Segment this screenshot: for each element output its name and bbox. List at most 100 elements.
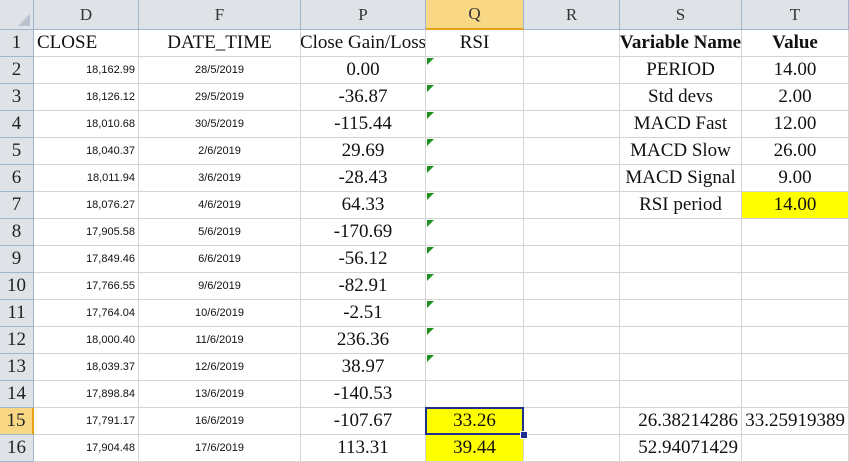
cell-r12[interactable] — [524, 327, 620, 354]
date-cell[interactable]: 6/6/2019 — [139, 246, 301, 273]
row-header-10[interactable]: 10 — [0, 273, 34, 300]
cell-q4[interactable] — [426, 111, 524, 138]
date-time-header[interactable]: DATE_TIME — [139, 30, 301, 57]
fill-handle[interactable] — [520, 431, 528, 439]
gain-loss-cell[interactable]: -140.53 — [301, 381, 426, 408]
date-cell[interactable]: 5/6/2019 — [139, 219, 301, 246]
close-cell[interactable]: 18,010.68 — [34, 111, 139, 138]
gain-loss-cell[interactable]: 29.69 — [301, 138, 426, 165]
gain-loss-cell[interactable]: 0.00 — [301, 57, 426, 84]
cell-q7[interactable] — [426, 192, 524, 219]
column-header-p[interactable]: P — [301, 0, 426, 30]
close-cell[interactable]: 17,905.58 — [34, 219, 139, 246]
column-header-q[interactable]: Q — [426, 0, 524, 30]
row-header-14[interactable]: 14 — [0, 381, 34, 408]
gain-loss-cell[interactable]: 64.33 — [301, 192, 426, 219]
variable-name-cell[interactable]: MACD Signal — [620, 165, 742, 192]
computed-cell[interactable]: 26.38214286 — [620, 408, 742, 435]
cell-t10[interactable] — [742, 273, 849, 300]
close-gain-loss-header[interactable]: Close Gain/Loss — [301, 30, 426, 57]
cell-s8[interactable] — [620, 219, 742, 246]
cell-q11[interactable] — [426, 300, 524, 327]
cell-q9[interactable] — [426, 246, 524, 273]
row-header-4[interactable]: 4 — [0, 111, 34, 138]
cell-r6[interactable] — [524, 165, 620, 192]
close-cell[interactable]: 18,011.94 — [34, 165, 139, 192]
close-header[interactable]: CLOSE — [34, 30, 139, 57]
cell-t16[interactable] — [742, 435, 849, 462]
cell-t11[interactable] — [742, 300, 849, 327]
row-header-16[interactable]: 16 — [0, 435, 34, 462]
date-cell[interactable]: 12/6/2019 — [139, 354, 301, 381]
row-header-5[interactable]: 5 — [0, 138, 34, 165]
close-cell[interactable]: 17,791.17 — [34, 408, 139, 435]
row-header-2[interactable]: 2 — [0, 57, 34, 84]
row-header-13[interactable]: 13 — [0, 354, 34, 381]
variable-name-cell[interactable]: RSI period — [620, 192, 742, 219]
close-cell[interactable]: 17,898.84 — [34, 381, 139, 408]
close-cell[interactable]: 17,904.48 — [34, 435, 139, 462]
row-header-11[interactable]: 11 — [0, 300, 34, 327]
rsi-header[interactable]: RSI — [426, 30, 524, 57]
column-header-s[interactable]: S — [620, 0, 742, 30]
spreadsheet-grid[interactable]: D F P Q R S T 1 2 3 4 5 6 7 8 9 10 11 12 13 14 15 16 CLOSE DATE_… — [0, 0, 849, 462]
variable-name-cell[interactable]: MACD Fast — [620, 111, 742, 138]
close-cell[interactable]: 18,076.27 — [34, 192, 139, 219]
close-cell[interactable]: 18,126.12 — [34, 84, 139, 111]
date-cell[interactable]: 13/6/2019 — [139, 381, 301, 408]
cell-r10[interactable] — [524, 273, 620, 300]
close-cell[interactable]: 18,000.40 — [34, 327, 139, 354]
cell-q2[interactable] — [426, 57, 524, 84]
cell-q10[interactable] — [426, 273, 524, 300]
cell-s12[interactable] — [620, 327, 742, 354]
row-header-9[interactable]: 9 — [0, 246, 34, 273]
variable-value-cell[interactable]: 14.00 — [742, 192, 849, 219]
value-header[interactable]: Value — [742, 30, 849, 57]
cell-r8[interactable] — [524, 219, 620, 246]
row-header-15[interactable]: 15 — [0, 408, 34, 435]
select-all-corner[interactable] — [0, 0, 34, 30]
variable-name-cell[interactable]: MACD Slow — [620, 138, 742, 165]
date-cell[interactable]: 29/5/2019 — [139, 84, 301, 111]
cell-r3[interactable] — [524, 84, 620, 111]
gain-loss-cell[interactable]: -2.51 — [301, 300, 426, 327]
cell-r11[interactable] — [524, 300, 620, 327]
column-header-d[interactable]: D — [34, 0, 139, 30]
cell-s13[interactable] — [620, 354, 742, 381]
row-header-6[interactable]: 6 — [0, 165, 34, 192]
cell-t14[interactable] — [742, 381, 849, 408]
date-cell[interactable]: 10/6/2019 — [139, 300, 301, 327]
date-cell[interactable]: 17/6/2019 — [139, 435, 301, 462]
cell-r15[interactable] — [524, 408, 620, 435]
cell-t9[interactable] — [742, 246, 849, 273]
close-cell[interactable]: 17,764.04 — [34, 300, 139, 327]
close-cell[interactable]: 17,849.46 — [34, 246, 139, 273]
cell-s10[interactable] — [620, 273, 742, 300]
variable-value-cell[interactable]: 14.00 — [742, 57, 849, 84]
gain-loss-cell[interactable]: -170.69 — [301, 219, 426, 246]
cell-q13[interactable] — [426, 354, 524, 381]
date-cell[interactable]: 9/6/2019 — [139, 273, 301, 300]
cell-s9[interactable] — [620, 246, 742, 273]
cell-r1[interactable] — [524, 30, 620, 57]
column-header-t[interactable]: T — [742, 0, 849, 30]
cell-s11[interactable] — [620, 300, 742, 327]
date-cell[interactable]: 30/5/2019 — [139, 111, 301, 138]
date-cell[interactable]: 11/6/2019 — [139, 327, 301, 354]
rsi-cell[interactable]: 39.44 — [426, 435, 524, 462]
variable-value-cell[interactable]: 12.00 — [742, 111, 849, 138]
gain-loss-cell[interactable]: -115.44 — [301, 111, 426, 138]
cell-r7[interactable] — [524, 192, 620, 219]
close-cell[interactable]: 18,039.37 — [34, 354, 139, 381]
gain-loss-cell[interactable]: -107.67 — [301, 408, 426, 435]
variable-value-cell[interactable]: 2.00 — [742, 84, 849, 111]
variable-name-cell[interactable]: PERIOD — [620, 57, 742, 84]
close-cell[interactable]: 18,040.37 — [34, 138, 139, 165]
cell-r9[interactable] — [524, 246, 620, 273]
date-cell[interactable]: 3/6/2019 — [139, 165, 301, 192]
cell-r4[interactable] — [524, 111, 620, 138]
computed-cell[interactable]: 52.94071429 — [620, 435, 742, 462]
cell-q5[interactable] — [426, 138, 524, 165]
cell-r2[interactable] — [524, 57, 620, 84]
gain-loss-cell[interactable]: -28.43 — [301, 165, 426, 192]
